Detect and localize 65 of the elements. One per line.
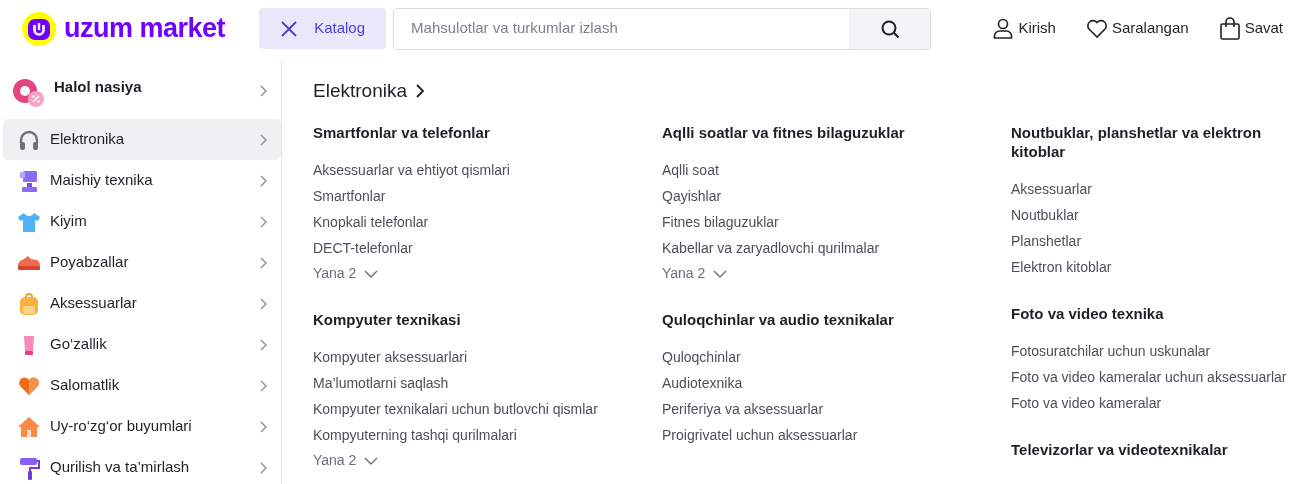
sidebar-item[interactable]: Poyabzallar: [3, 242, 281, 283]
search-field[interactable]: Mahsulotlar va turkumlar izlash: [393, 7, 932, 50]
sidebar-item[interactable]: Uy-ro‘zg‘or buyumlari: [3, 406, 281, 447]
subcategory-link[interactable]: Aksessuarlar: [1011, 176, 1293, 202]
chevron-down-icon: [364, 456, 379, 465]
bag-icon: [1218, 17, 1241, 40]
show-more-button[interactable]: Yana 2: [313, 448, 379, 473]
bag-button[interactable]: Savat: [1218, 17, 1283, 40]
chevron-down-icon: [364, 269, 379, 278]
heart-icon: [1085, 17, 1108, 40]
sneaker-icon: [17, 255, 41, 270]
subcategory-link[interactable]: Kabellar va zaryadlovchi qurilmalar: [662, 235, 1011, 261]
subcategory-link[interactable]: Planshetlar: [1011, 228, 1293, 254]
sidebar-item[interactable]: Go‘zallik: [3, 324, 281, 365]
subcategory-link[interactable]: Qayishlar: [662, 183, 1011, 209]
sidebar-item[interactable]: Salomatlik: [3, 365, 281, 406]
subcategory-link[interactable]: Aqlli soat: [662, 157, 1011, 183]
subcategory-link[interactable]: Ma’lumotlarni saqlash: [313, 370, 662, 396]
subcategory-heading[interactable]: Foto va video texnika: [1011, 304, 1293, 323]
sidebar-item[interactable]: Kiyim: [3, 201, 281, 242]
subcategory-heading[interactable]: Televizorlar va videotexnikalar: [1011, 440, 1293, 459]
subcategory-heading[interactable]: Kompyuter texnikasi: [313, 310, 598, 329]
logo[interactable]: uzum market: [64, 15, 226, 42]
subcategory-link[interactable]: Fitnes bilaguzuklar: [662, 209, 1011, 235]
subcategory-link[interactable]: Periferiya va aksessuarlar: [662, 396, 1011, 422]
close-icon: [280, 19, 299, 38]
show-more-button[interactable]: Yana 2: [662, 261, 728, 286]
sidebar-item[interactable]: Maishiy texnika: [3, 160, 281, 201]
subcategory-link[interactable]: Foto va video kameralar: [1011, 390, 1293, 416]
subcategory-link[interactable]: Smartfonlar: [313, 183, 662, 209]
catalog-button[interactable]: Katalog: [259, 8, 387, 49]
subcategory-link[interactable]: Kompyuter texnikalari uchun butlovchi qismlar: [313, 396, 662, 422]
sidebar-item[interactable]: Qurilish va ta’mirlash: [3, 447, 281, 484]
logo-icon: [22, 11, 56, 46]
user-button[interactable]: Kirish: [992, 17, 1056, 40]
subcategory-heading[interactable]: Noutbuklar, planshetlar va elektron kitoblar: [1011, 123, 1293, 161]
subcategory-link[interactable]: Knopkali telefonlar: [313, 209, 662, 235]
user-icon: [992, 17, 1015, 40]
backpack-icon: [17, 291, 41, 316]
sidebar-item[interactable]: Aksessuarlar: [3, 283, 281, 324]
subcategory-link[interactable]: DECT-telefonlar: [313, 235, 662, 261]
subcategory-link[interactable]: Fotosuratchilar uchun uskunalar: [1011, 338, 1293, 364]
chevron-right-icon: [415, 83, 425, 99]
search-button[interactable]: [849, 8, 931, 49]
subcategory-heading[interactable]: Quloqchinlar va audio texnikalar: [662, 310, 947, 329]
subcategory-link[interactable]: Kompyuter aksessuarlari: [313, 344, 662, 370]
subcategory-link[interactable]: Kompyuterning tashqi qurilmalari: [313, 422, 662, 448]
search-icon: [880, 19, 899, 38]
subcategory-link[interactable]: Foto va video kameralar uchun aksessuarlar: [1011, 364, 1293, 390]
subcategory-link[interactable]: Audiotexnika: [662, 370, 1011, 396]
show-more-button[interactable]: Yana 2: [313, 261, 379, 286]
subcategory-link[interactable]: Noutbuklar: [1011, 202, 1293, 228]
subcategory-link[interactable]: Aksessuarlar va ehtiyot qismlari: [313, 157, 662, 183]
sidebar-item[interactable]: Halol nasiya: [3, 67, 281, 115]
sidebar-item[interactable]: Elektronika: [3, 119, 281, 160]
category-title-link[interactable]: Elektronika: [313, 79, 1293, 103]
heart-button[interactable]: Saralangan: [1085, 17, 1189, 40]
house-icon: [17, 414, 41, 439]
subcategory-link[interactable]: Proigrivatel uchun aksessuarlar: [662, 422, 1011, 448]
subcategory-link[interactable]: Quloqchinlar: [662, 344, 1011, 370]
subcategory-link[interactable]: Elektron kitoblar: [1011, 254, 1293, 280]
paint-roller-icon: [17, 455, 41, 480]
subcategory-heading[interactable]: Smartfonlar va telefonlar: [313, 123, 598, 142]
chevron-down-icon: [713, 269, 728, 278]
subcategory-heading[interactable]: Aqlli soatlar va fitnes bilaguzuklar: [662, 123, 947, 142]
